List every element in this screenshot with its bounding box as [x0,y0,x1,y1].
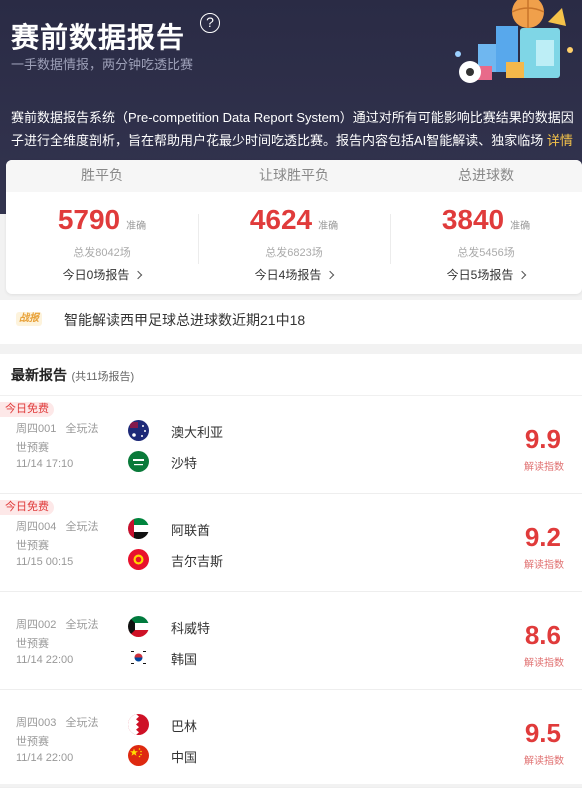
home-team-name: 阿联酋 [171,523,211,538]
interpretation-score-label: 解读指数 [524,658,564,669]
play-type: 全玩法 [65,521,99,533]
stats-body-row: 5790 准确 总发8042场 今日0场报告 4624 准确 总发6823场 今日4… [6,192,582,294]
accuracy-stats-card: 胜平负 让球胜平负 总进球数 5790 准确 总发8042场 今日0场报告 462… [6,160,582,294]
interpretation-score-label: 解读指数 [524,756,564,767]
league-name: 世预赛 [16,638,49,650]
match-time: 11/15 00:15 [16,556,74,568]
match-code: 周四004 [16,521,57,533]
match-code-play: 周四002 全玩法 [16,616,99,632]
away-team-name: 中国 [171,750,198,765]
stat-unit: 准确 [318,221,339,232]
interpretation-score: 9.5 [524,718,561,748]
stat-number: 3840 [441,204,505,235]
stat-column-handicap: 4624 准确 总发6823场 今日4场报告 [198,192,390,294]
interpretation-score: 9.2 [524,522,561,552]
home-team-name: 科威特 [171,621,211,636]
ticker-text: 智能解读西甲足球总进球数近期21中18 [64,312,306,328]
reports-count: (共11场报告) [71,371,135,383]
australia-flag-icon [128,420,149,441]
match-code: 周四001 [16,423,57,435]
match-code-play: 周四004 全玩法 [16,518,99,534]
chevron-right-icon [326,270,335,280]
report-list-item[interactable]: 周四002 全玩法 世预赛 11/14 22:00 科威特 韩国 8.6 解读指… [0,592,582,690]
stat-total: 总发6823场 [265,247,323,259]
stat-label-wdl: 胜平负 [81,167,123,183]
report-list-item[interactable]: 周四003 全玩法 世预赛 11/14 22:00 巴林 中国 9.5 解读指数 [0,690,582,788]
page-subtitle: 一手数据情报，两分钟吃透比赛 [11,57,194,72]
league-name: 世预赛 [16,442,49,454]
match-time: 11/14 17:10 [16,458,74,470]
south-korea-flag-icon [128,647,149,668]
latest-reports-section: 最新报告 (共11场报告) 今日免费 周四001 全玩法 世预赛 11/14 1… [0,354,582,788]
today-reports-link[interactable]: 今日4场报告 [198,266,390,283]
report-list-item[interactable]: 今日免费 周四004 全玩法 世预赛 11/15 00:15 阿联酋 吉尔吉斯 … [0,494,582,592]
reports-header: 最新报告 (共11场报告) [0,354,582,396]
stat-number: 4624 [249,204,313,235]
saudi-arabia-flag-icon [128,451,149,472]
interpretation-score-label: 解读指数 [524,560,564,571]
free-today-tag: 今日免费 [0,402,54,417]
china-flag-icon [128,745,149,766]
play-type: 全玩法 [65,619,99,631]
report-list-item[interactable]: 今日免费 周四001 全玩法 世预赛 11/14 17:10 澳大利亚 沙特 9… [0,396,582,494]
league-name: 世预赛 [16,736,49,748]
stat-unit: 准确 [510,221,531,232]
chevron-right-icon [518,270,527,280]
uae-flag-icon [128,518,149,539]
interpretation-score-label: 解读指数 [524,462,564,473]
stat-total: 总发8042场 [73,247,131,259]
interpretation-score: 8.6 [524,620,561,650]
match-time: 11/14 22:00 [16,752,74,764]
today-reports-link[interactable]: 今日0场报告 [6,266,198,283]
match-code: 周四002 [16,619,57,631]
stat-unit: 准确 [126,221,147,232]
stats-header-row: 胜平负 让球胜平负 总进球数 [6,160,582,192]
help-icon[interactable]: ? [200,13,220,33]
interpretation-score: 9.9 [524,424,561,454]
away-team-name: 吉尔吉斯 [171,554,224,569]
free-today-tag: 今日免费 [0,500,54,515]
kyrgyzstan-flag-icon [128,549,149,570]
today-reports-label: 今日4场报告 [254,268,322,282]
match-code: 周四003 [16,717,57,729]
today-reports-label: 今日5场报告 [446,268,514,282]
battle-report-badge: 战报 [16,312,42,326]
match-time: 11/14 22:00 [16,654,74,666]
kuwait-flag-icon [128,616,149,637]
match-code-play: 周四001 全玩法 [16,420,99,436]
stat-number: 5790 [57,204,121,235]
news-ticker[interactable]: 战报 智能解读西甲足球总进球数近期21中18 [0,300,582,344]
away-team-name: 韩国 [171,652,198,667]
stat-total: 总发5456场 [457,247,515,259]
stat-label-total-goals: 总进球数 [458,167,514,183]
home-team-name: 巴林 [171,719,198,734]
sports-illustration-icon [455,0,573,83]
description-text: 赛前数据报告系统（Pre-competition Data Report Sys… [11,110,574,148]
bahrain-flag-icon [128,714,149,735]
home-team-name: 澳大利亚 [171,425,224,440]
match-code-play: 周四003 全玩法 [16,714,99,730]
chevron-right-icon [134,270,143,280]
today-reports-label: 今日0场报告 [62,268,130,282]
league-name: 世预赛 [16,540,49,552]
today-reports-link[interactable]: 今日5场报告 [390,266,582,283]
play-type: 全玩法 [65,717,99,729]
reports-title: 最新报告 [11,367,67,383]
play-type: 全玩法 [65,423,99,435]
stat-column-wdl: 5790 准确 总发8042场 今日0场报告 [6,192,198,294]
away-team-name: 沙特 [171,456,198,471]
stat-column-total-goals: 3840 准确 总发5456场 今日5场报告 [390,192,582,294]
page-title: 赛前数据报告 [11,22,186,53]
stat-label-handicap: 让球胜平负 [259,167,329,183]
